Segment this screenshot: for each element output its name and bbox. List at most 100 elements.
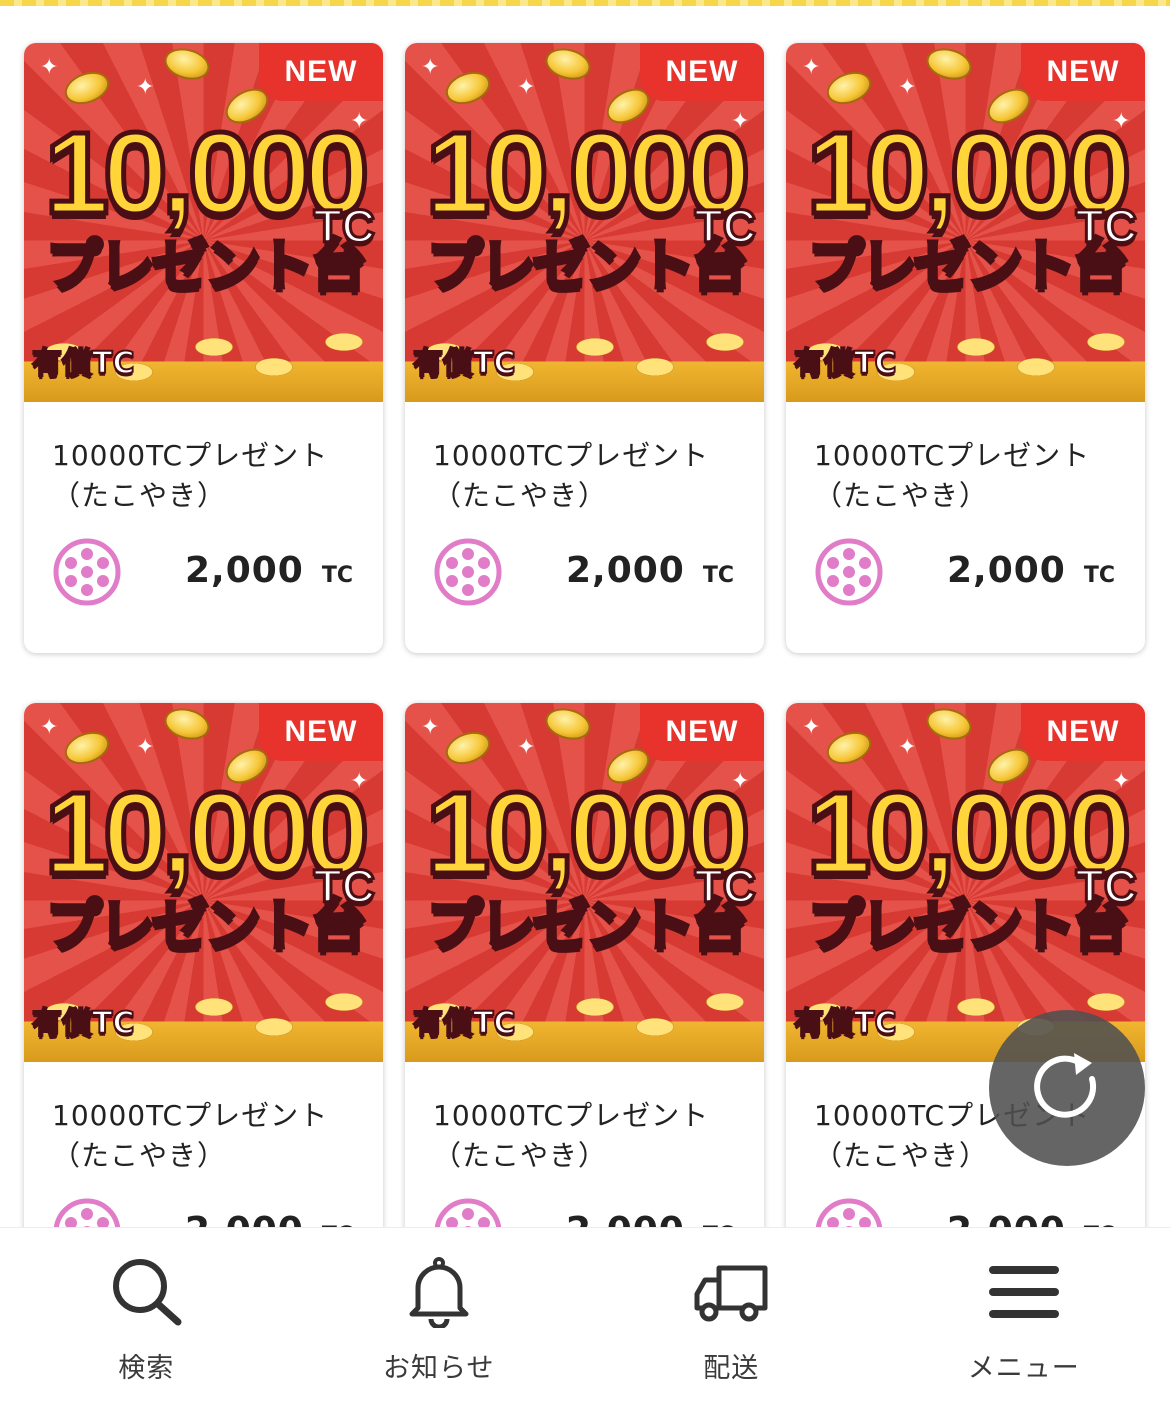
banner-text: プレゼント台 xyxy=(425,234,750,299)
product-title: 10000TCプレゼント （たこやき） xyxy=(52,436,362,516)
coin-icon xyxy=(822,726,876,770)
banner-label: 有償TC xyxy=(31,1006,135,1041)
product-banner-image: ✦ ✦ ✦ ✦ NEW 10,000 TC プレゼント台 有償TC xyxy=(786,703,1145,1062)
product-title-line: 10000TCプレゼント xyxy=(433,1099,710,1132)
nav-notifications[interactable]: お知らせ xyxy=(293,1228,586,1413)
sparkle-icon: ✦ xyxy=(898,735,917,760)
takoyaki-icon xyxy=(434,538,502,606)
product-banner-image: ✦ ✦ ✦ ✦ NEW 10,000 TC プレゼント台 有償TC xyxy=(786,43,1145,402)
product-title: 10000TCプレゼント （たこやき） xyxy=(814,436,1124,516)
product-title-line: 10000TCプレゼント xyxy=(52,1099,329,1132)
truck-icon xyxy=(691,1252,771,1332)
nav-menu[interactable]: メニュー xyxy=(878,1228,1170,1413)
bell-icon xyxy=(399,1252,479,1332)
coin-icon xyxy=(160,703,214,745)
product-title: 10000TCプレゼント （たこやき） xyxy=(433,436,743,516)
new-badge: NEW xyxy=(640,43,764,101)
price-unit: TC xyxy=(702,563,734,588)
refresh-icon xyxy=(1034,1053,1097,1118)
product-title-line: 10000TCプレゼント xyxy=(52,439,329,472)
price-value: 2,000 xyxy=(184,550,304,591)
sparkle-icon: ✦ xyxy=(136,735,155,760)
product-title-line: （たこやき） xyxy=(814,479,989,512)
price-value: 2,000 xyxy=(565,550,685,591)
coin-icon xyxy=(60,726,114,770)
product-title-line: （たこやき） xyxy=(52,1139,227,1172)
sparkle-icon: ✦ xyxy=(802,55,821,80)
product-card[interactable]: ✦ ✦ ✦ ✦ NEW 10,000 TC プレゼント台 有償TC 10000T… xyxy=(24,703,383,1313)
product-info: 10000TCプレゼント （たこやき） 2,000 TC xyxy=(24,402,383,653)
banner-text: プレゼント台 xyxy=(425,894,750,959)
product-price: 2,000 TC xyxy=(947,550,1115,591)
new-badge: NEW xyxy=(1021,43,1145,101)
banner-label: 有償TC xyxy=(793,1006,897,1041)
product-price: 2,000 TC xyxy=(185,550,353,591)
product-title: 10000TCプレゼント （たこやき） xyxy=(433,1096,743,1176)
refresh-button[interactable] xyxy=(989,1010,1145,1166)
product-card[interactable]: ✦ ✦ ✦ ✦ NEW 10,000 TC プレゼント台 有償TC 10000T… xyxy=(786,703,1145,1313)
banner-label: 有償TC xyxy=(31,346,135,381)
product-price: 2,000 TC xyxy=(566,550,734,591)
top-banner-strip xyxy=(0,0,1170,6)
sparkle-icon: ✦ xyxy=(517,75,536,100)
product-info: 10000TCプレゼント （たこやき） 2,000 TC xyxy=(786,402,1145,653)
banner-text: プレゼント台 xyxy=(44,894,369,959)
new-badge: NEW xyxy=(640,703,764,761)
nav-label-delivery: 配送 xyxy=(703,1353,760,1384)
product-card[interactable]: ✦ ✦ ✦ ✦ NEW 10,000 TC プレゼント台 有償TC 10000T… xyxy=(405,43,764,653)
sparkle-icon: ✦ xyxy=(40,55,59,80)
product-card[interactable]: ✦ ✦ ✦ ✦ NEW 10,000 TC プレゼント台 有償TC 10000T… xyxy=(786,43,1145,653)
product-card[interactable]: ✦ ✦ ✦ ✦ NEW 10,000 TC プレゼント台 有償TC 10000T… xyxy=(24,43,383,653)
takoyaki-icon xyxy=(815,538,883,606)
new-badge: NEW xyxy=(259,43,383,101)
product-info: 10000TCプレゼント （たこやき） 2,000 TC xyxy=(405,402,764,653)
product-banner-image: ✦ ✦ ✦ ✦ NEW 10,000 TC プレゼント台 有償TC xyxy=(405,703,764,1062)
coin-icon xyxy=(922,43,976,85)
nav-search[interactable]: 検索 xyxy=(0,1228,293,1413)
product-banner-image: ✦ ✦ ✦ ✦ NEW 10,000 TC プレゼント台 有償TC xyxy=(24,43,383,402)
price-unit: TC xyxy=(321,563,353,588)
product-title: 10000TCプレゼント （たこやき） xyxy=(52,1096,362,1176)
sparkle-icon: ✦ xyxy=(802,715,821,740)
product-grid: ✦ ✦ ✦ ✦ NEW 10,000 TC プレゼント台 有償TC 10000T… xyxy=(24,43,1145,1313)
sparkle-icon: ✦ xyxy=(421,55,440,80)
nav-label-search: 検索 xyxy=(118,1353,175,1384)
banner-label: 有償TC xyxy=(412,346,516,381)
banner-label: 有償TC xyxy=(793,346,897,381)
sparkle-icon: ✦ xyxy=(40,715,59,740)
sparkle-icon: ✦ xyxy=(136,75,155,100)
hamburger-menu-icon xyxy=(984,1252,1064,1332)
banner-label: 有償TC xyxy=(412,1006,516,1041)
sparkle-icon: ✦ xyxy=(898,75,917,100)
product-title-line: （たこやき） xyxy=(52,479,227,512)
nav-label-menu: メニュー xyxy=(967,1353,1080,1384)
coin-icon xyxy=(922,703,976,745)
product-title-line: （たこやき） xyxy=(433,479,608,512)
product-title-line: 10000TCプレゼント xyxy=(433,439,710,472)
sparkle-icon: ✦ xyxy=(517,735,536,760)
coin-icon xyxy=(441,66,495,110)
bottom-navigation: 検索 お知らせ 配送 メニュー xyxy=(0,1227,1170,1413)
sparkle-icon: ✦ xyxy=(421,715,440,740)
price-unit: TC xyxy=(1083,563,1115,588)
coin-icon xyxy=(160,43,214,85)
coin-icon xyxy=(541,703,595,745)
product-title-line: （たこやき） xyxy=(433,1139,608,1172)
coin-icon xyxy=(541,43,595,85)
nav-label-notifications: お知らせ xyxy=(383,1353,495,1384)
banner-text: プレゼント台 xyxy=(806,894,1131,959)
new-badge: NEW xyxy=(259,703,383,761)
coin-icon xyxy=(60,66,114,110)
product-banner-image: ✦ ✦ ✦ ✦ NEW 10,000 TC プレゼント台 有償TC xyxy=(405,43,764,402)
product-card[interactable]: ✦ ✦ ✦ ✦ NEW 10,000 TC プレゼント台 有償TC 10000T… xyxy=(405,703,764,1313)
product-title-line: 10000TCプレゼント xyxy=(814,439,1091,472)
search-icon xyxy=(106,1252,186,1332)
banner-text: プレゼント台 xyxy=(806,234,1131,299)
price-value: 2,000 xyxy=(946,550,1066,591)
product-banner-image: ✦ ✦ ✦ ✦ NEW 10,000 TC プレゼント台 有償TC xyxy=(24,703,383,1062)
banner-text: プレゼント台 xyxy=(44,234,369,299)
new-badge: NEW xyxy=(1021,703,1145,761)
nav-delivery[interactable]: 配送 xyxy=(585,1228,878,1413)
coin-icon xyxy=(441,726,495,770)
coin-icon xyxy=(822,66,876,110)
